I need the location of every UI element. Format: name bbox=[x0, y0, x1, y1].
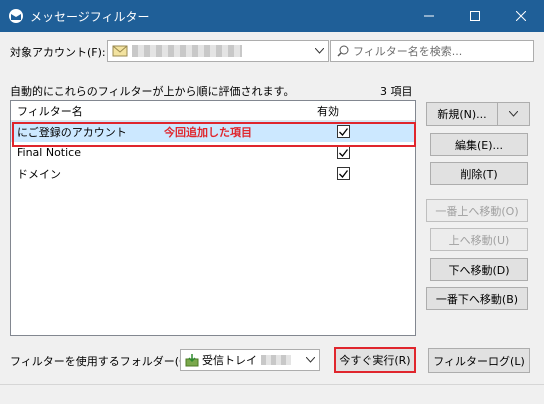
minimize-icon bbox=[424, 15, 434, 17]
folder-value: 受信トレイ bbox=[202, 354, 257, 367]
title-bar: メッセージフィルター bbox=[0, 0, 544, 32]
folder-dropdown[interactable]: 受信トレイ bbox=[180, 349, 320, 371]
move-up-button[interactable]: 上へ移動(U) bbox=[430, 228, 528, 251]
window-title: メッセージフィルター bbox=[30, 9, 150, 24]
status-bar bbox=[0, 384, 544, 404]
chevron-down-icon bbox=[509, 111, 518, 117]
new-button[interactable]: 新規(N)... bbox=[426, 102, 498, 126]
check-icon bbox=[339, 148, 348, 157]
annotation-label: 今回追加した項目 bbox=[164, 126, 252, 139]
minimize-button[interactable] bbox=[406, 0, 452, 32]
inbox-icon bbox=[185, 354, 199, 367]
list-header: フィルター名 有効 bbox=[11, 101, 415, 121]
chevron-down-icon bbox=[310, 41, 328, 61]
chevron-down-icon bbox=[301, 350, 319, 370]
enabled-checkbox[interactable] bbox=[337, 146, 350, 159]
account-dropdown[interactable] bbox=[107, 40, 329, 62]
filter-row[interactable]: ドメイン bbox=[11, 163, 415, 184]
search-icon bbox=[337, 45, 349, 57]
folder-name-redacted bbox=[261, 355, 291, 365]
item-count: 3 項目 bbox=[380, 85, 413, 98]
close-button[interactable] bbox=[498, 0, 544, 32]
filter-name: ドメイン bbox=[17, 167, 61, 181]
column-header-enabled[interactable]: 有効 bbox=[313, 103, 339, 119]
account-name-redacted bbox=[132, 45, 242, 57]
move-down-button[interactable]: 下へ移動(D) bbox=[430, 258, 528, 281]
maximize-button[interactable] bbox=[452, 0, 498, 32]
account-label: 対象アカウント(F): bbox=[10, 46, 106, 59]
new-dropdown-button[interactable] bbox=[498, 102, 530, 126]
filter-search-input[interactable]: フィルター名を検索... bbox=[330, 40, 534, 62]
search-placeholder: フィルター名を検索... bbox=[353, 45, 463, 58]
column-header-name[interactable]: フィルター名 bbox=[11, 103, 313, 119]
close-icon bbox=[516, 11, 526, 21]
run-now-button[interactable]: 今すぐ実行(R) bbox=[334, 347, 416, 373]
move-bottom-button[interactable]: 一番下へ移動(B) bbox=[426, 287, 528, 310]
filter-name: Final Notice bbox=[17, 146, 81, 159]
maximize-icon bbox=[470, 11, 480, 21]
info-text: 自動的にこれらのフィルターが上から順に評価されます。 bbox=[10, 85, 295, 98]
enabled-checkbox[interactable] bbox=[337, 167, 350, 180]
folder-label: フィルターを使用するフォルダー(C): bbox=[10, 355, 195, 368]
delete-button[interactable]: 削除(T) bbox=[430, 162, 528, 185]
account-mail-icon bbox=[112, 45, 128, 57]
new-split-button[interactable]: 新規(N)... bbox=[426, 102, 530, 126]
filter-log-button[interactable]: フィルターログ(L) bbox=[428, 348, 530, 373]
edit-button[interactable]: 編集(E)... bbox=[430, 133, 528, 156]
thunderbird-app-icon bbox=[9, 9, 23, 23]
move-top-button[interactable]: 一番上へ移動(O) bbox=[426, 199, 528, 222]
check-icon bbox=[339, 169, 348, 178]
filter-list[interactable]: フィルター名 有効 にご登録のアカウント Final Notice ドメイン 今… bbox=[10, 100, 416, 336]
